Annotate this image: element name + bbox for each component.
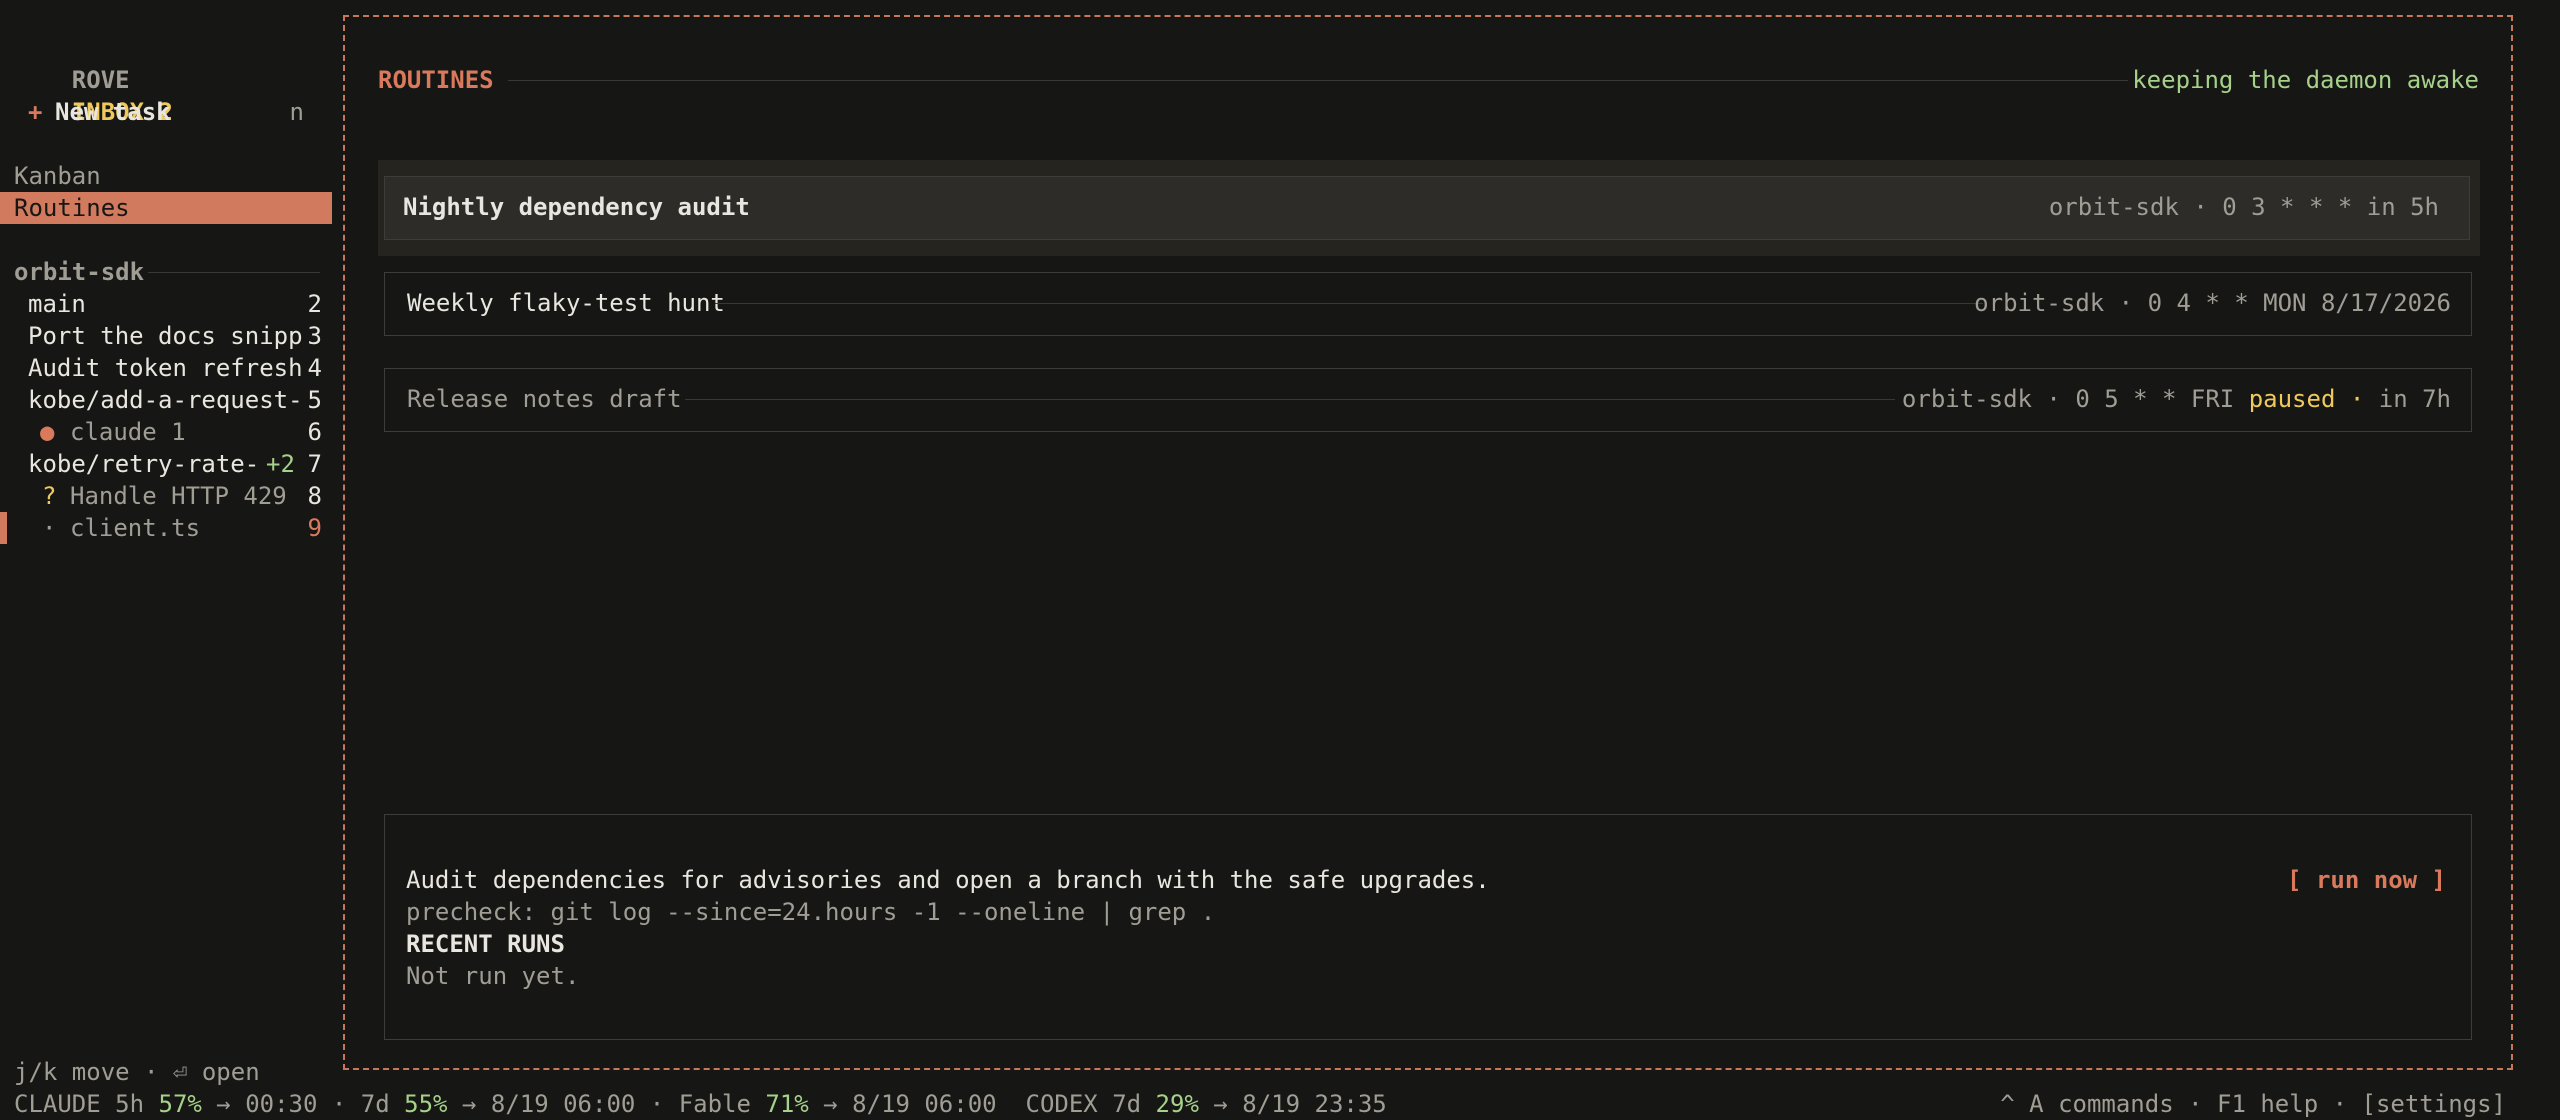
command-hints[interactable]: ^ A commands · F1 help · [settings] (2000, 1088, 2506, 1120)
list-item-label: client.ts (70, 514, 201, 542)
list-item-label: Port the docs snipp (28, 322, 303, 350)
app-name: ROVE (71, 66, 130, 94)
codex-reset: → 8/19 23:35 (1198, 1090, 1387, 1118)
list-item[interactable]: ● claude 1 6 (0, 416, 332, 448)
list-item-label: kobe/retry-rate- (28, 450, 260, 478)
file-dot-icon: · (42, 514, 57, 542)
routine-description: Audit dependencies for advisories and op… (406, 866, 1490, 894)
nav-routines-label: Routines (14, 194, 130, 222)
list-item-number: 5 (307, 386, 322, 414)
list-item[interactable]: ? Handle HTTP 429 8 (0, 480, 332, 512)
claude-label: CLAUDE 5h (14, 1090, 159, 1118)
project-divider (148, 272, 320, 273)
usage-summary: CLAUDE 5h 57% → 00:30 · 7d 55% → 8/19 06… (14, 1088, 1387, 1120)
list-item[interactable]: · client.ts 9 (0, 512, 332, 544)
sidebar: ROVE INBOX 2 + New task n Kanban Routine… (0, 0, 340, 1060)
nav-routines[interactable]: Routines (0, 192, 332, 224)
list-item-label: Handle HTTP 429 (70, 482, 287, 510)
fable-reset: → 8/19 06:00 CODEX 7d (808, 1090, 1156, 1118)
list-item-number: 9 (307, 514, 322, 542)
recent-runs-heading: RECENT RUNS (406, 930, 565, 958)
list-item-number: 8 (307, 482, 322, 510)
routine-title: Release notes draft (407, 385, 682, 413)
routine-meta: orbit-sdk · 0 3 * * * in 5h (2048, 193, 2439, 221)
keyboard-hint: j/k move · ⏎ open (14, 1058, 260, 1086)
fable-percent: 71% (765, 1090, 809, 1118)
routine-item[interactable]: Nightly dependency audit orbit-sdk · 0 3… (384, 176, 2470, 240)
list-item[interactable]: kobe/add-a-request- 5 (0, 384, 332, 416)
page-title: ROUTINES (378, 66, 494, 94)
nav-kanban-label: Kanban (14, 162, 101, 190)
list-item[interactable]: main 2 (0, 288, 332, 320)
routine-meta: orbit-sdk · 0 4 * * MON 8/17/2026 (1974, 289, 2451, 317)
project-name: orbit-sdk (14, 258, 145, 286)
routine-title: Weekly flaky-test hunt (407, 289, 725, 317)
claude-7d-reset: → 8/19 06:00 · Fable (447, 1090, 766, 1118)
precheck-command: precheck: git log --since=24.hours -1 --… (406, 898, 1216, 926)
codex-percent: 29% (1155, 1090, 1199, 1118)
claude-7d-percent: 55% (404, 1090, 448, 1118)
list-item-label: kobe/add-a-request- (28, 386, 303, 414)
list-item-label: claude 1 (70, 418, 186, 446)
list-item-extra-count: +2 (266, 450, 295, 478)
status-bar: CLAUDE 5h 57% → 00:30 · 7d 55% → 8/19 06… (0, 1088, 2560, 1120)
paused-badge: paused · (2248, 385, 2365, 413)
new-task-shortcut: n (289, 98, 304, 126)
routine-divider (685, 399, 1895, 400)
heading-divider (508, 80, 2128, 81)
list-item-label: Audit token refresh (28, 354, 303, 382)
new-task-label: New task (55, 98, 171, 126)
routine-item[interactable]: Weekly flaky-test hunt orbit-sdk · 0 4 *… (384, 272, 2472, 336)
list-item-number: 2 (307, 290, 322, 318)
plus-icon: + (28, 98, 43, 126)
list-item-number: 3 (307, 322, 322, 350)
routine-meta: orbit-sdk · 0 5 * * FRI paused · in 7h (1902, 383, 2451, 415)
list-item-number: 6 (307, 418, 322, 446)
selection-marker (0, 512, 7, 544)
project-header: orbit-sdk (0, 256, 332, 288)
list-item-label: main (28, 290, 86, 318)
list-item[interactable]: Port the docs snipp 3 (0, 320, 332, 352)
claude-5h-reset: → 00:30 · 7d (201, 1090, 405, 1118)
routine-divider (715, 303, 1983, 304)
list-item-number: 7 (307, 450, 322, 478)
routine-title: Nightly dependency audit (403, 193, 750, 221)
running-dot-icon: ● (40, 418, 55, 446)
recent-runs-empty: Not run yet. (406, 962, 580, 990)
routine-meta-schedule: orbit-sdk · 0 5 * * FRI (1901, 385, 2249, 413)
nav-kanban[interactable]: Kanban (0, 160, 332, 192)
question-icon: ? (42, 482, 57, 510)
list-item[interactable]: Audit token refresh 4 (0, 352, 332, 384)
list-item-number: 4 (307, 354, 322, 382)
routine-meta-next-run: in 7h (2364, 385, 2451, 413)
claude-5h-percent: 57% (158, 1090, 202, 1118)
daemon-status: keeping the daemon awake (2132, 66, 2479, 94)
run-now-button[interactable]: [ run now ] (2287, 864, 2446, 896)
routine-item[interactable]: Release notes draft orbit-sdk · 0 5 * * … (384, 368, 2472, 432)
new-task-button[interactable]: + New task n (0, 96, 332, 128)
list-item[interactable]: kobe/retry-rate- +2 7 (0, 448, 332, 480)
